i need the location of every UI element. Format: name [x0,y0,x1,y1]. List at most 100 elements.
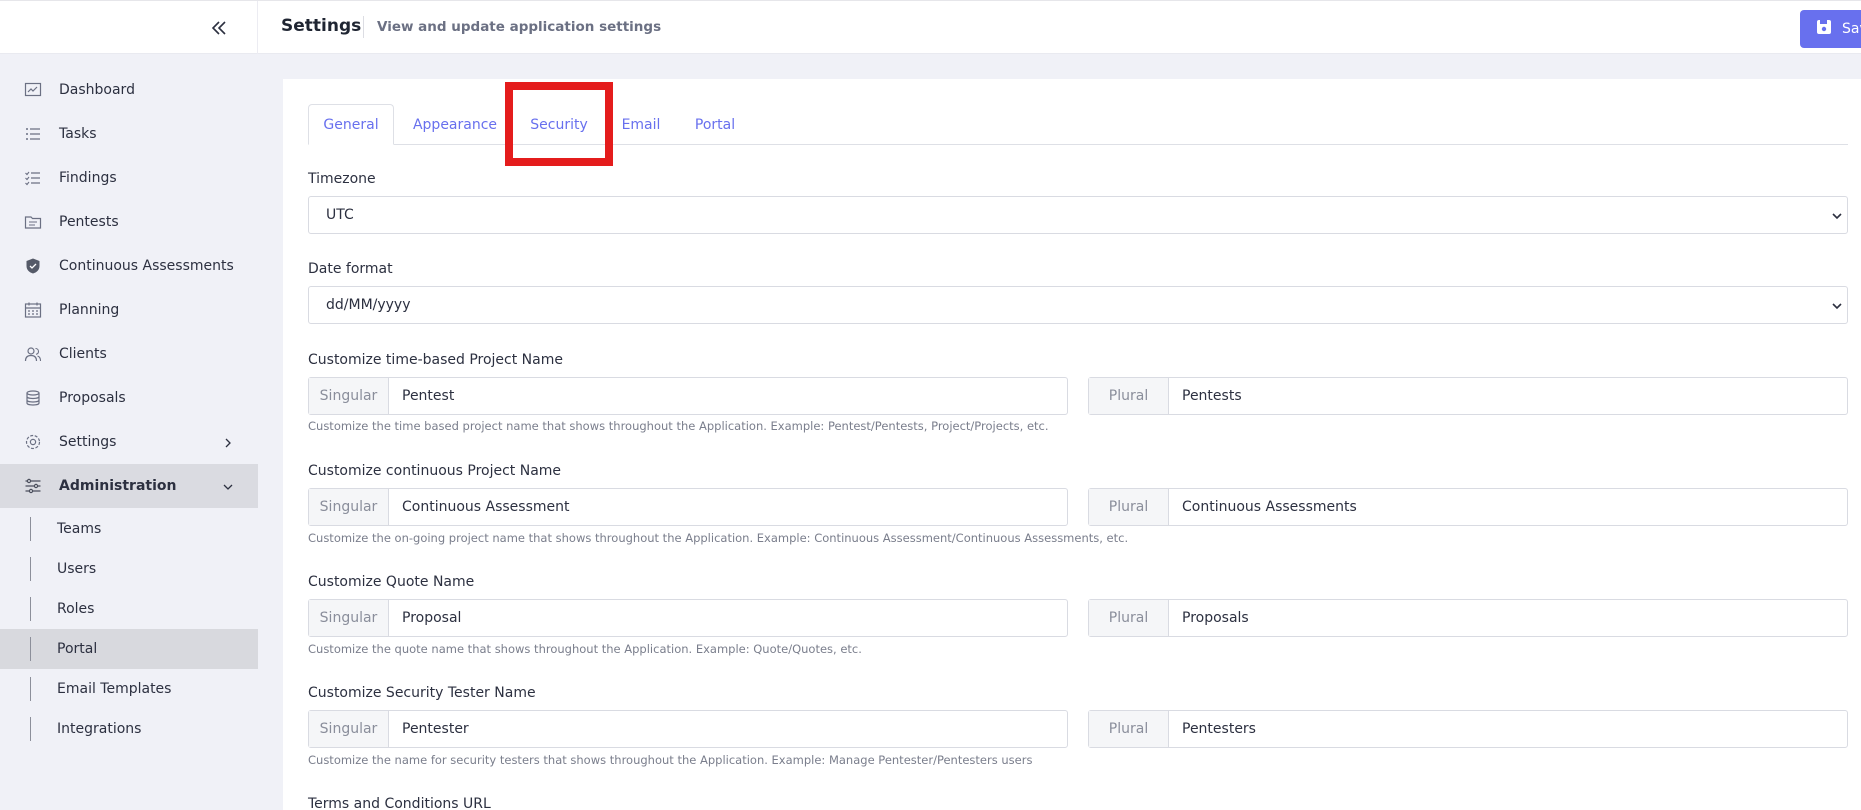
sidebar-item-label: Pentests [59,214,119,230]
quote-singular-group: Singular Proposal [308,599,1068,637]
chart-icon [24,81,42,99]
sidebar-subitem-label: Teams [57,521,102,537]
save-icon [1816,19,1832,39]
date-format-value: dd/MM/yyyy [326,297,411,313]
tab-general[interactable]: General [308,104,394,145]
sidebar-item-label: Continuous Assessments [59,258,234,274]
sidebar-subitem-teams[interactable]: Teams [0,509,258,549]
tab-security[interactable]: Security [518,104,600,145]
page-subtitle: View and update application settings [377,19,662,35]
checklist-icon [24,169,42,187]
project-name-help: Customize the time based project name th… [308,419,1049,433]
plural-addon: Plural [1089,711,1169,747]
chevron-down-icon [1831,210,1843,222]
sidebar-item-settings[interactable]: Settings [0,420,258,464]
continuous-name-label: Customize continuous Project Name [308,463,562,479]
subitem-tick [30,517,31,541]
tester-singular-group: Singular Pentester [308,710,1068,748]
title-separator [363,16,364,38]
tester-name-label: Customize Security Tester Name [308,685,536,701]
save-button[interactable]: Sav [1800,10,1861,48]
sidebar-item-label: Findings [59,170,117,186]
project-plural-group: Plural Pentests [1088,377,1848,415]
continuous-singular-input[interactable]: Continuous Assessment [389,489,1067,525]
folder-icon [24,213,42,231]
project-singular-input[interactable]: Pentest [389,378,1067,414]
sidebar-item-clients[interactable]: Clients [0,332,258,376]
quote-name-label: Customize Quote Name [308,574,475,590]
sidebar-item-label: Tasks [59,126,97,142]
singular-addon: Singular [309,378,389,414]
calendar-icon [24,301,42,319]
sidebar-item-label: Dashboard [59,82,135,98]
users-icon [24,345,42,363]
plural-addon: Plural [1089,600,1169,636]
singular-addon: Singular [309,489,389,525]
chevron-right-icon [222,434,234,448]
chevron-down-icon [222,478,234,490]
tab-appearance[interactable]: Appearance [402,104,508,145]
tab-portal[interactable]: Portal [684,104,746,145]
timezone-select[interactable]: UTC [308,196,1848,234]
sidebar-subitem-roles[interactable]: Roles [0,589,258,629]
quote-name-help: Customize the quote name that shows thro… [308,642,862,656]
tester-singular-input[interactable]: Pentester [389,711,1067,747]
sidebar-item-label: Administration [59,478,177,494]
timezone-value: UTC [326,207,354,223]
sidebar-item-dashboard[interactable]: Dashboard [0,68,258,112]
plural-addon: Plural [1089,378,1169,414]
sidebar-subitem-label: Integrations [57,721,142,737]
project-plural-input[interactable]: Pentests [1169,378,1847,414]
sidebar-subitem-label: Roles [57,601,95,617]
sidebar-subitem-users[interactable]: Users [0,549,258,589]
project-name-label: Customize time-based Project Name [308,352,563,368]
date-format-label: Date format [308,261,393,277]
sidebar-subitem-label: Portal [57,641,98,657]
tester-plural-input[interactable]: Pentesters [1169,711,1847,747]
singular-addon: Singular [309,711,389,747]
coins-icon [24,389,42,407]
gear-icon [24,433,42,451]
sidebar-item-findings[interactable]: Findings [0,156,258,200]
sidebar-item-planning[interactable]: Planning [0,288,258,332]
sidebar-item-administration[interactable]: Administration [0,464,258,508]
sidebar-subitem-portal[interactable]: Portal [0,629,258,669]
timezone-label: Timezone [308,171,376,187]
sidebar-item-label: Planning [59,302,120,318]
sidebar-subitem-label: Users [57,561,97,577]
sidebar-subitem-email-templates[interactable]: Email Templates [0,669,258,709]
tester-plural-group: Plural Pentesters [1088,710,1848,748]
sidebar-item-proposals[interactable]: Proposals [0,376,258,420]
list-icon [24,125,42,143]
chevron-down-icon [1831,300,1843,312]
sidebar-item-label: Clients [59,346,107,362]
subitem-tick [30,637,31,661]
sidebar-item-label: Settings [59,434,117,450]
save-button-label: Sav [1842,21,1861,37]
tester-name-help: Customize the name for security testers … [308,753,1033,767]
quote-plural-input[interactable]: Proposals [1169,600,1847,636]
subitem-tick [30,557,31,581]
sidebar-item-tasks[interactable]: Tasks [0,112,258,156]
project-singular-group: Singular Pentest [308,377,1068,415]
subitem-tick [30,677,31,701]
continuous-plural-input[interactable]: Continuous Assessments [1169,489,1847,525]
continuous-singular-group: Singular Continuous Assessment [308,488,1068,526]
date-format-select[interactable]: dd/MM/yyyy [308,286,1848,324]
quote-singular-input[interactable]: Proposal [389,600,1067,636]
topbar-divider [257,1,258,55]
top-bar: Settings View and update application set… [0,0,1861,55]
shield-icon [24,257,42,275]
sidebar-subitem-integrations[interactable]: Integrations [0,709,258,749]
plural-addon: Plural [1089,489,1169,525]
continuous-name-help: Customize the on-going project name that… [308,531,1129,545]
sidebar-item-pentests[interactable]: Pentests [0,200,258,244]
sidebar-item-continuous-assessments[interactable]: Continuous Assessments [0,244,258,288]
sliders-icon [24,477,42,495]
collapse-sidebar-icon[interactable] [208,17,230,39]
tab-email[interactable]: Email [612,104,670,145]
subitem-tick [30,597,31,621]
singular-addon: Singular [309,600,389,636]
sidebar-subitem-label: Email Templates [57,681,172,697]
terms-url-label: Terms and Conditions URL [308,796,491,810]
